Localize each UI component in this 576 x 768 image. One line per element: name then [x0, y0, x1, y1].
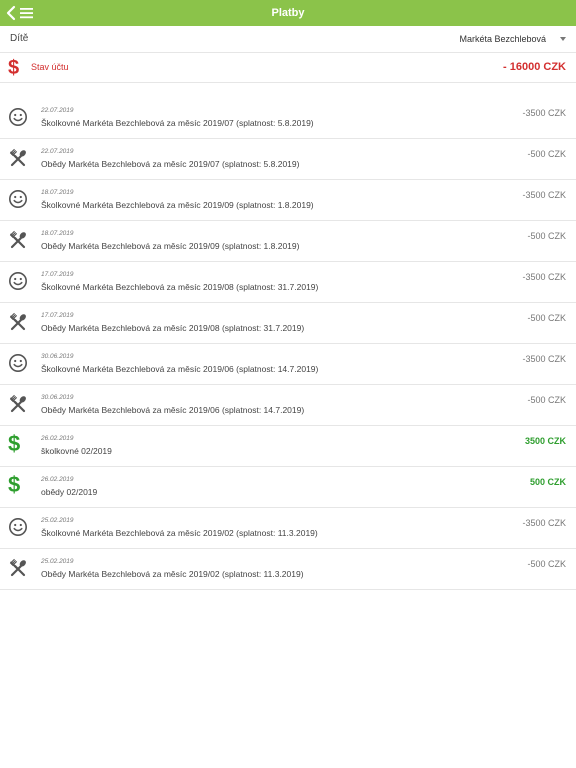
app-header: Platby	[0, 0, 576, 26]
account-balance-row: $ Stav účtu - 16000 CZK	[0, 53, 576, 83]
payment-amount: -3500 CZK	[522, 108, 566, 118]
payment-date: 30.06.2019	[41, 394, 74, 401]
child-selector-row: Dítě Markéta Bezchlebová	[0, 26, 576, 53]
smiley-icon	[8, 517, 28, 537]
payment-description: Obědy Markéta Bezchlebová za měsíc 2019/…	[41, 323, 305, 333]
payment-amount: 500 CZK	[529, 477, 566, 487]
list-item[interactable]: 18.07.2019 Školkovné Markéta Bezchlebová …	[0, 180, 576, 221]
cutlery-icon	[8, 148, 28, 168]
payment-date: 22.07.2019	[41, 148, 74, 155]
payment-date: 18.07.2019	[41, 189, 74, 196]
list-item[interactable]: 18.07.2019 Obědy Markéta Bezchlebová za m…	[0, 221, 576, 262]
payment-description: obědy 02/2019	[41, 487, 98, 497]
list-item[interactable]: 22.07.2019 Obědy Markéta Bezchlebová za m…	[0, 139, 576, 180]
child-select-value: Markéta Bezchlebová	[459, 34, 546, 44]
payments-list: 22.07.2019 Školkovné Markéta Bezchlebová …	[0, 98, 576, 590]
smiley-icon	[8, 189, 28, 209]
list-item[interactable]: 25.02.2019 Školkovné Markéta Bezchlebová …	[0, 508, 576, 549]
cutlery-icon	[8, 558, 28, 578]
payment-amount: -3500 CZK	[522, 190, 566, 200]
list-item[interactable]: 17.07.2019 Obědy Markéta Bezchlebová za m…	[0, 303, 576, 344]
payment-description: Školkovné Markéta Bezchlebová za měsíc 2…	[41, 200, 314, 210]
payment-amount: -500 CZK	[527, 395, 566, 405]
list-item[interactable]: $26.02.2019 školkovné 02/2019 3500 CZK	[0, 426, 576, 467]
dollar-icon: $	[8, 431, 21, 456]
payment-description: Obědy Markéta Bezchlebová za měsíc 2019/…	[41, 569, 304, 579]
payment-description: Obědy Markéta Bezchlebová za měsíc 2019/…	[41, 405, 305, 415]
payment-amount: -500 CZK	[527, 149, 566, 159]
payment-date: 22.07.2019	[41, 107, 74, 114]
child-select[interactable]: Markéta Bezchlebová	[459, 31, 566, 47]
smiley-icon	[8, 107, 28, 127]
payment-date: 26.02.2019	[41, 476, 74, 483]
list-item[interactable]: 25.02.2019 Obědy Markéta Bezchlebová za m…	[0, 549, 576, 590]
list-item[interactable]: 30.06.2019 Školkovné Markéta Bezchlebová …	[0, 344, 576, 385]
smiley-icon	[8, 271, 28, 291]
dollar-icon: $	[8, 57, 20, 79]
payment-description: Školkovné Markéta Bezchlebová za měsíc 2…	[41, 282, 319, 292]
smiley-icon	[8, 353, 28, 373]
payment-amount: -500 CZK	[527, 559, 566, 569]
payment-description: Školkovné Markéta Bezchlebová za měsíc 2…	[41, 528, 318, 538]
payment-amount: -500 CZK	[527, 231, 566, 241]
cutlery-icon	[8, 312, 28, 332]
payment-date: 26.02.2019	[41, 435, 74, 442]
payment-date: 30.06.2019	[41, 353, 74, 360]
chevron-down-icon	[560, 37, 566, 41]
dollar-icon: $	[8, 472, 21, 497]
payment-description: Obědy Markéta Bezchlebová za měsíc 2019/…	[41, 159, 300, 169]
payment-amount: -3500 CZK	[522, 518, 566, 528]
payment-amount: -500 CZK	[527, 313, 566, 323]
payment-description: Školkovné Markéta Bezchlebová za měsíc 2…	[41, 118, 314, 128]
list-item[interactable]: 17.07.2019 Školkovné Markéta Bezchlebová …	[0, 262, 576, 303]
payment-amount: -3500 CZK	[522, 272, 566, 282]
payment-amount: 3500 CZK	[524, 436, 566, 446]
payment-date: 17.07.2019	[41, 312, 74, 319]
cutlery-icon	[8, 230, 28, 250]
list-item[interactable]: 22.07.2019 Školkovné Markéta Bezchlebová …	[0, 98, 576, 139]
payment-date: 25.02.2019	[41, 558, 74, 565]
list-item[interactable]: 30.06.2019 Obědy Markéta Bezchlebová za m…	[0, 385, 576, 426]
payment-description: školkovné 02/2019	[41, 446, 112, 456]
payment-amount: -3500 CZK	[522, 354, 566, 364]
payment-description: Školkovné Markéta Bezchlebová za měsíc 2…	[41, 364, 319, 374]
balance-label: Stav účtu	[31, 62, 69, 72]
balance-amount: - 16000 CZK	[503, 61, 566, 73]
payment-description: Obědy Markéta Bezchlebová za měsíc 2019/…	[41, 241, 300, 251]
payment-date: 25.02.2019	[41, 517, 74, 524]
child-label: Dítě	[10, 33, 29, 44]
cutlery-icon	[8, 394, 28, 414]
payment-date: 18.07.2019	[41, 230, 74, 237]
list-item[interactable]: $26.02.2019 obědy 02/2019 500 CZK	[0, 467, 576, 508]
payment-date: 17.07.2019	[41, 271, 74, 278]
page-title: Platby	[271, 7, 305, 19]
